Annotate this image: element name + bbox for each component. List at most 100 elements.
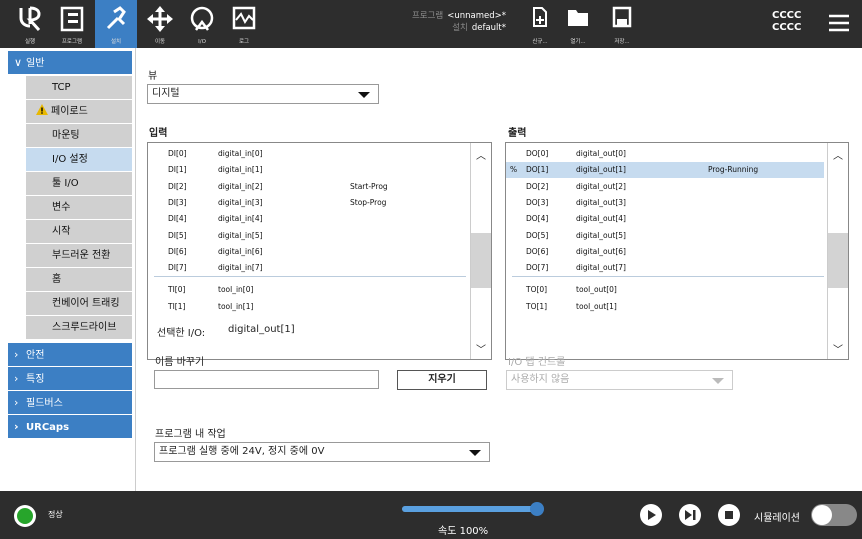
installation-key: 설치 bbox=[452, 23, 468, 33]
clear-button[interactable]: 지우기 bbox=[397, 370, 487, 390]
program-action-label: 프로그램 내 작업 bbox=[155, 429, 226, 440]
io-name: digital_in[6] bbox=[218, 246, 263, 256]
robot-status: 정상 bbox=[48, 510, 63, 519]
scroll-thumb[interactable] bbox=[471, 233, 491, 288]
new-button[interactable]: 신규... bbox=[524, 0, 556, 48]
input-scrollbar[interactable]: ︿ ﹀ bbox=[470, 143, 491, 359]
program-info: 프로그램 <unnamed>* 설치 default* bbox=[412, 10, 506, 34]
sidebar-item-io-setup[interactable]: I/O 설정 bbox=[26, 148, 132, 171]
sidebar-item-label: 페이로드 bbox=[51, 106, 88, 117]
output-row[interactable]: DO[5] digital_out[5] bbox=[506, 228, 824, 244]
sidebar-item-mounting[interactable]: 마운팅 bbox=[26, 124, 132, 147]
tab-control-dropdown[interactable]: 사용하지 않음 bbox=[506, 370, 733, 390]
scroll-down-icon[interactable]: ﹀ bbox=[471, 341, 491, 356]
input-row[interactable]: TI[1] tool_in[1] bbox=[148, 299, 468, 315]
output-row[interactable]: DO[7] digital_out[7] bbox=[506, 260, 824, 276]
input-row[interactable]: DI[4] digital_in[4] bbox=[148, 211, 468, 227]
input-row[interactable]: DI[0] digital_in[0] bbox=[148, 146, 468, 162]
io-id: TI[1] bbox=[168, 302, 186, 311]
sidebar-item-smooth-transition[interactable]: 부드러운 전환 bbox=[26, 244, 132, 267]
sidebar-section-general-label: 일반 bbox=[26, 58, 45, 69]
input-row[interactable]: TI[0] tool_in[0] bbox=[148, 282, 468, 298]
sidebar-section-safety[interactable]: › 안전 bbox=[8, 343, 132, 366]
io-name: tool_in[0] bbox=[218, 285, 254, 294]
output-scrollbar[interactable]: ︿ ﹀ bbox=[827, 143, 848, 359]
output-row[interactable]: % DO[1] digital_out[1] Prog-Running bbox=[506, 162, 824, 179]
chevron-right-icon: › bbox=[14, 420, 19, 433]
output-row[interactable]: TO[0] tool_out[0] bbox=[506, 282, 824, 298]
save-button[interactable]: 저장... bbox=[606, 0, 638, 48]
input-row[interactable]: DI[6] digital_in[6] bbox=[148, 244, 468, 260]
selected-marker: % bbox=[510, 165, 518, 175]
speed-slider[interactable] bbox=[402, 502, 544, 516]
io-id: DI[5] bbox=[168, 230, 187, 240]
tab-program[interactable]: 프로그램 bbox=[50, 0, 94, 48]
rename-input[interactable] bbox=[154, 370, 379, 389]
toggle-knob bbox=[812, 505, 832, 525]
top-toolbar: 실행 프로그램 설치 이동 I/O 로그 프로그램 <unnamed>* 설치 de… bbox=[0, 0, 862, 48]
sidebar-section-label: 안전 bbox=[26, 350, 45, 361]
new-file-icon bbox=[533, 7, 547, 27]
view-dropdown[interactable]: 디지털 bbox=[147, 84, 379, 104]
io-label: Start-Prog bbox=[350, 181, 388, 191]
speed-slider-handle[interactable] bbox=[529, 502, 544, 516]
scroll-up-icon[interactable]: ︿ bbox=[471, 147, 491, 162]
step-icon[interactable] bbox=[679, 504, 701, 526]
program-action-dropdown[interactable]: 프로그램 실행 중에 24V, 정지 중에 0V bbox=[154, 442, 490, 462]
sidebar-item-tool-io[interactable]: 툴 I/O bbox=[26, 172, 132, 195]
sidebar-item-tcp[interactable]: TCP bbox=[26, 76, 132, 99]
sidebar-item-label: 마운팅 bbox=[52, 130, 80, 141]
sidebar-item-label: 변수 bbox=[52, 202, 71, 213]
sidebar-item-label: 컨베이어 트래킹 bbox=[52, 298, 120, 309]
output-row[interactable]: DO[6] digital_out[6] bbox=[506, 244, 824, 260]
output-row[interactable]: DO[0] digital_out[0] bbox=[506, 146, 824, 162]
tab-installation[interactable]: 설치 bbox=[95, 0, 137, 48]
play-icon[interactable] bbox=[640, 504, 662, 526]
input-row[interactable]: DI[3] digital_in[3] Stop-Prog bbox=[148, 195, 468, 211]
sidebar-section-fieldbus[interactable]: › 필드버스 bbox=[8, 391, 132, 414]
sidebar-item-variables[interactable]: 변수 bbox=[26, 196, 132, 219]
tab-run-label: 실행 bbox=[24, 39, 36, 45]
output-row[interactable]: DO[3] digital_out[3] bbox=[506, 195, 824, 211]
sidebar-section-features[interactable]: › 특징 bbox=[8, 367, 132, 390]
sidebar-section-urcaps[interactable]: › URCaps bbox=[8, 415, 132, 438]
sidebar-item-screwdriving[interactable]: 스크루드라이브 bbox=[26, 316, 132, 339]
open-button[interactable]: 열기... bbox=[562, 0, 594, 48]
scroll-up-icon[interactable]: ︿ bbox=[828, 147, 848, 162]
sidebar-item-label: 스크루드라이브 bbox=[52, 322, 117, 333]
input-row[interactable]: DI[5] digital_in[5] bbox=[148, 228, 468, 244]
sidebar-item-startup[interactable]: 시작 bbox=[26, 220, 132, 243]
scroll-down-icon[interactable]: ﹀ bbox=[828, 341, 848, 356]
power-status-icon[interactable] bbox=[13, 504, 37, 528]
output-row[interactable]: TO[1] tool_out[1] bbox=[506, 299, 824, 315]
io-id: DI[2] bbox=[168, 181, 187, 191]
sidebar-item-conveyor-tracking[interactable]: 컨베이어 트래킹 bbox=[26, 292, 132, 315]
user-info: CCCC CCCC bbox=[772, 10, 801, 34]
sidebar-item-payload[interactable]: 페이로드 bbox=[26, 100, 132, 123]
scroll-thumb[interactable] bbox=[828, 233, 848, 288]
save-icon bbox=[612, 6, 632, 28]
output-list[interactable]: DO[0] digital_out[0]% DO[1] digital_out[1] P… bbox=[505, 142, 849, 360]
simulation-toggle[interactable] bbox=[811, 504, 857, 526]
log-icon bbox=[232, 6, 256, 30]
io-name: digital_out[0] bbox=[576, 149, 626, 158]
output-row[interactable]: DO[2] digital_out[2] bbox=[506, 179, 824, 195]
io-id: DI[1] bbox=[168, 165, 187, 175]
input-row[interactable]: DI[1] digital_in[1] bbox=[148, 162, 468, 178]
tab-log[interactable]: 로그 bbox=[224, 0, 264, 48]
io-name: tool_in[1] bbox=[218, 302, 254, 311]
tab-io[interactable]: I/O bbox=[182, 0, 222, 48]
stop-icon[interactable] bbox=[718, 504, 740, 526]
input-row[interactable]: DI[7] digital_in[7] bbox=[148, 260, 468, 276]
program-action-value: 프로그램 실행 중에 24V, 정지 중에 0V bbox=[159, 446, 325, 457]
hamburger-menu-icon[interactable] bbox=[829, 14, 849, 32]
io-id: DI[4] bbox=[168, 214, 187, 224]
io-name: tool_out[0] bbox=[576, 285, 617, 294]
tab-move[interactable]: 이동 bbox=[140, 0, 180, 48]
sidebar-item-home[interactable]: 홈 bbox=[26, 268, 132, 291]
input-row[interactable]: DI[2] digital_in[2] Start-Prog bbox=[148, 179, 468, 195]
tab-run[interactable]: 실행 bbox=[10, 0, 50, 48]
output-row[interactable]: DO[4] digital_out[4] bbox=[506, 211, 824, 227]
io-name: digital_in[7] bbox=[218, 263, 263, 273]
sidebar-section-general[interactable]: ∨ 일반 bbox=[8, 51, 132, 74]
